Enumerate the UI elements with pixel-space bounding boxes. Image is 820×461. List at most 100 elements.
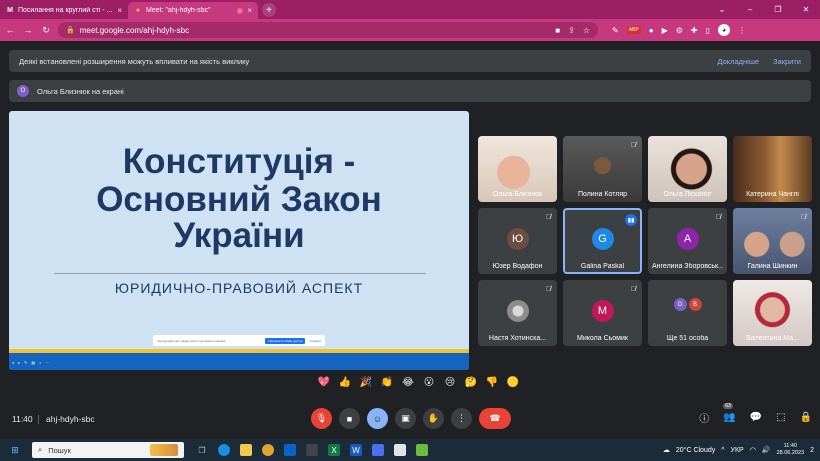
bookmark-star-icon[interactable]: ☆ [583,26,590,35]
weather-icon: ☁ [662,447,670,454]
reaction-emoji[interactable]: 😮 [421,377,437,388]
window-controls: ⌄ – ❐ ✕ [708,0,820,19]
phone-hangup-icon: ☎ [489,413,501,423]
store-icon[interactable] [306,444,318,456]
taskbar-search[interactable]: ⌕ Пошук [32,442,184,458]
taskbar-clock[interactable]: 11:40 28.06.2023 [777,443,805,457]
restore-icon[interactable]: ❐ [764,5,792,14]
participant-tile[interactable]: Ю 🎙̸ Юзер Водафон [478,208,557,274]
minecraft-icon[interactable] [416,444,428,456]
reaction-emoji[interactable]: 👎 [484,377,500,388]
learn-more-link[interactable]: Докладніше [717,57,759,66]
back-icon[interactable]: ← [4,25,16,35]
explorer-icon[interactable] [240,444,252,456]
reaction-emoji[interactable]: 😂 [400,377,416,388]
close-banner-button[interactable]: Закрити [773,57,801,66]
system-tray: ☁ 20°C Cloudy ^ УКР ◠ 🔊 11:40 28.06.2023… [663,443,820,457]
present-button[interactable]: ▣ [395,408,416,429]
mic-off-icon: 🎙̸ [545,286,551,293]
browser-tabbar: M Посилання на круглий сті - ... × ● Mee… [0,0,820,19]
video-extension-icon[interactable]: ▶ [662,26,668,35]
activities-icon[interactable]: ⬚ [776,412,785,423]
close-window-icon[interactable]: ✕ [792,5,820,14]
participant-avatar: М [591,300,614,322]
reaction-emoji[interactable]: 👏 [379,377,395,388]
reaction-emoji[interactable]: 🟡 [505,377,521,388]
profile-avatar[interactable]: ◕ [718,24,730,36]
forward-icon[interactable]: → [22,25,34,35]
participant-tile[interactable]: А 🎙̸ Ангелина Зборовськ... [648,208,727,274]
participant-name: Галина Шинкин [747,263,798,270]
url-input[interactable]: 🔒 meet.google.com/ahj-hdyh-sbc ■ ⇪ ☆ [58,22,598,38]
raise-hand-button[interactable]: ✋ [423,408,444,429]
close-icon[interactable]: × [247,6,252,15]
lock-icon[interactable]: 🔒 [66,26,75,34]
banner-text: Деякі встановлені розширення можуть впли… [19,56,250,66]
pen-extension-icon[interactable]: ✎ [612,26,619,35]
participant-tile[interactable]: 🎙̸ Валентина Ма... [733,280,812,346]
lock-host-icon[interactable]: 🔒 [800,412,812,423]
participant-tile[interactable]: Катерина Чанглі [733,136,812,202]
adblock-icon[interactable]: ABP [626,26,641,34]
reaction-emoji[interactable]: 🤔 [463,377,479,388]
participant-tile[interactable]: М 🎙̸ Микола Сьомик [563,280,642,346]
app-icon[interactable] [372,444,384,456]
task-view-icon[interactable]: ❐ [196,444,208,456]
sidebar-icon[interactable]: ▯ [706,26,710,35]
info-icon[interactable]: ⓘ [699,410,709,425]
language-indicator[interactable]: УКР [731,447,744,454]
slide-title-line-1: Конституція - [122,142,356,181]
wifi-icon[interactable]: ◠ [750,446,756,454]
menu-icon[interactable]: ⋮ [738,26,746,35]
participant-tile[interactable]: G ▮▮ Galina Paskal [563,208,642,274]
extension-icon[interactable]: ⚙ [676,26,683,35]
participant-tile[interactable]: Ольга Близнюк [478,136,557,202]
tab-links[interactable]: M Посилання на круглий сті - ... × [0,2,128,19]
reaction-emoji[interactable]: 😢 [442,377,458,388]
tab-title: Посилання на круглий сті - ... [18,7,113,14]
volume-icon[interactable]: 🔊 [762,446,771,454]
camera-button[interactable]: ■ [339,408,360,429]
participant-tile[interactable]: О В Ще 51 особа [648,280,727,346]
windows-start-icon[interactable]: ⊞ [6,439,24,461]
camera-indicator-icon[interactable]: ■ [555,26,560,35]
document-icon[interactable] [394,444,406,456]
mic-off-button[interactable]: 🎙 [311,408,332,429]
dot-extension-icon[interactable]: ● [649,26,654,35]
share-icon[interactable]: ⇪ [568,26,575,35]
participant-tile[interactable]: 🎙̸ Ольга Лісконог [648,136,727,202]
reaction-emoji[interactable]: 💖 [316,377,332,388]
chevron-down-icon[interactable]: ⌄ [708,5,736,14]
participant-avatar: В [688,298,702,311]
reload-icon[interactable]: ↻ [40,25,52,36]
chat-icon[interactable]: 💬 [750,412,762,423]
weather-text[interactable]: 20°C Cloudy [676,447,715,454]
leave-call-button[interactable]: ☎ [479,408,511,429]
emoji-icon: ☺ [372,413,383,424]
tab-meet[interactable]: ● Meet: "ahj-hdyh-sbc" ◉ × [128,2,258,19]
participants-count: 63 [723,403,733,409]
new-tab-button[interactable]: + [262,3,276,17]
notification-badge[interactable]: 2 [810,447,814,454]
zoom-icon: ⌕ [39,360,42,365]
participant-tile[interactable]: 🎙̸ Полина Котляр [563,136,642,202]
reactions-button[interactable]: ☺ [367,408,388,429]
close-icon[interactable]: × [117,6,122,15]
edge-icon[interactable] [218,444,230,456]
participant-tile[interactable]: 🎙̸ Настя Хотинска... [478,280,557,346]
people-button[interactable]: 63 👥 [723,403,736,423]
participant-tile[interactable]: 🎙̸ Галина Шинкин [733,208,812,274]
search-highlight-image [150,444,178,456]
next-icon: ▸ [18,360,21,365]
minimize-icon[interactable]: – [736,5,764,14]
tray-chevron-icon[interactable]: ^ [721,447,724,454]
more-options-button[interactable]: ⋮ [451,408,472,429]
word-icon[interactable]: W [350,444,362,456]
excel-icon[interactable]: X [328,444,340,456]
chrome-icon[interactable] [262,444,274,456]
participant-name: Катерина Чанглі [746,191,799,198]
mail-icon[interactable] [284,444,296,456]
reaction-emoji[interactable]: 👍 [337,377,353,388]
puzzle-icon[interactable]: ✚ [691,26,698,35]
reaction-emoji[interactable]: 🎉 [358,377,374,388]
